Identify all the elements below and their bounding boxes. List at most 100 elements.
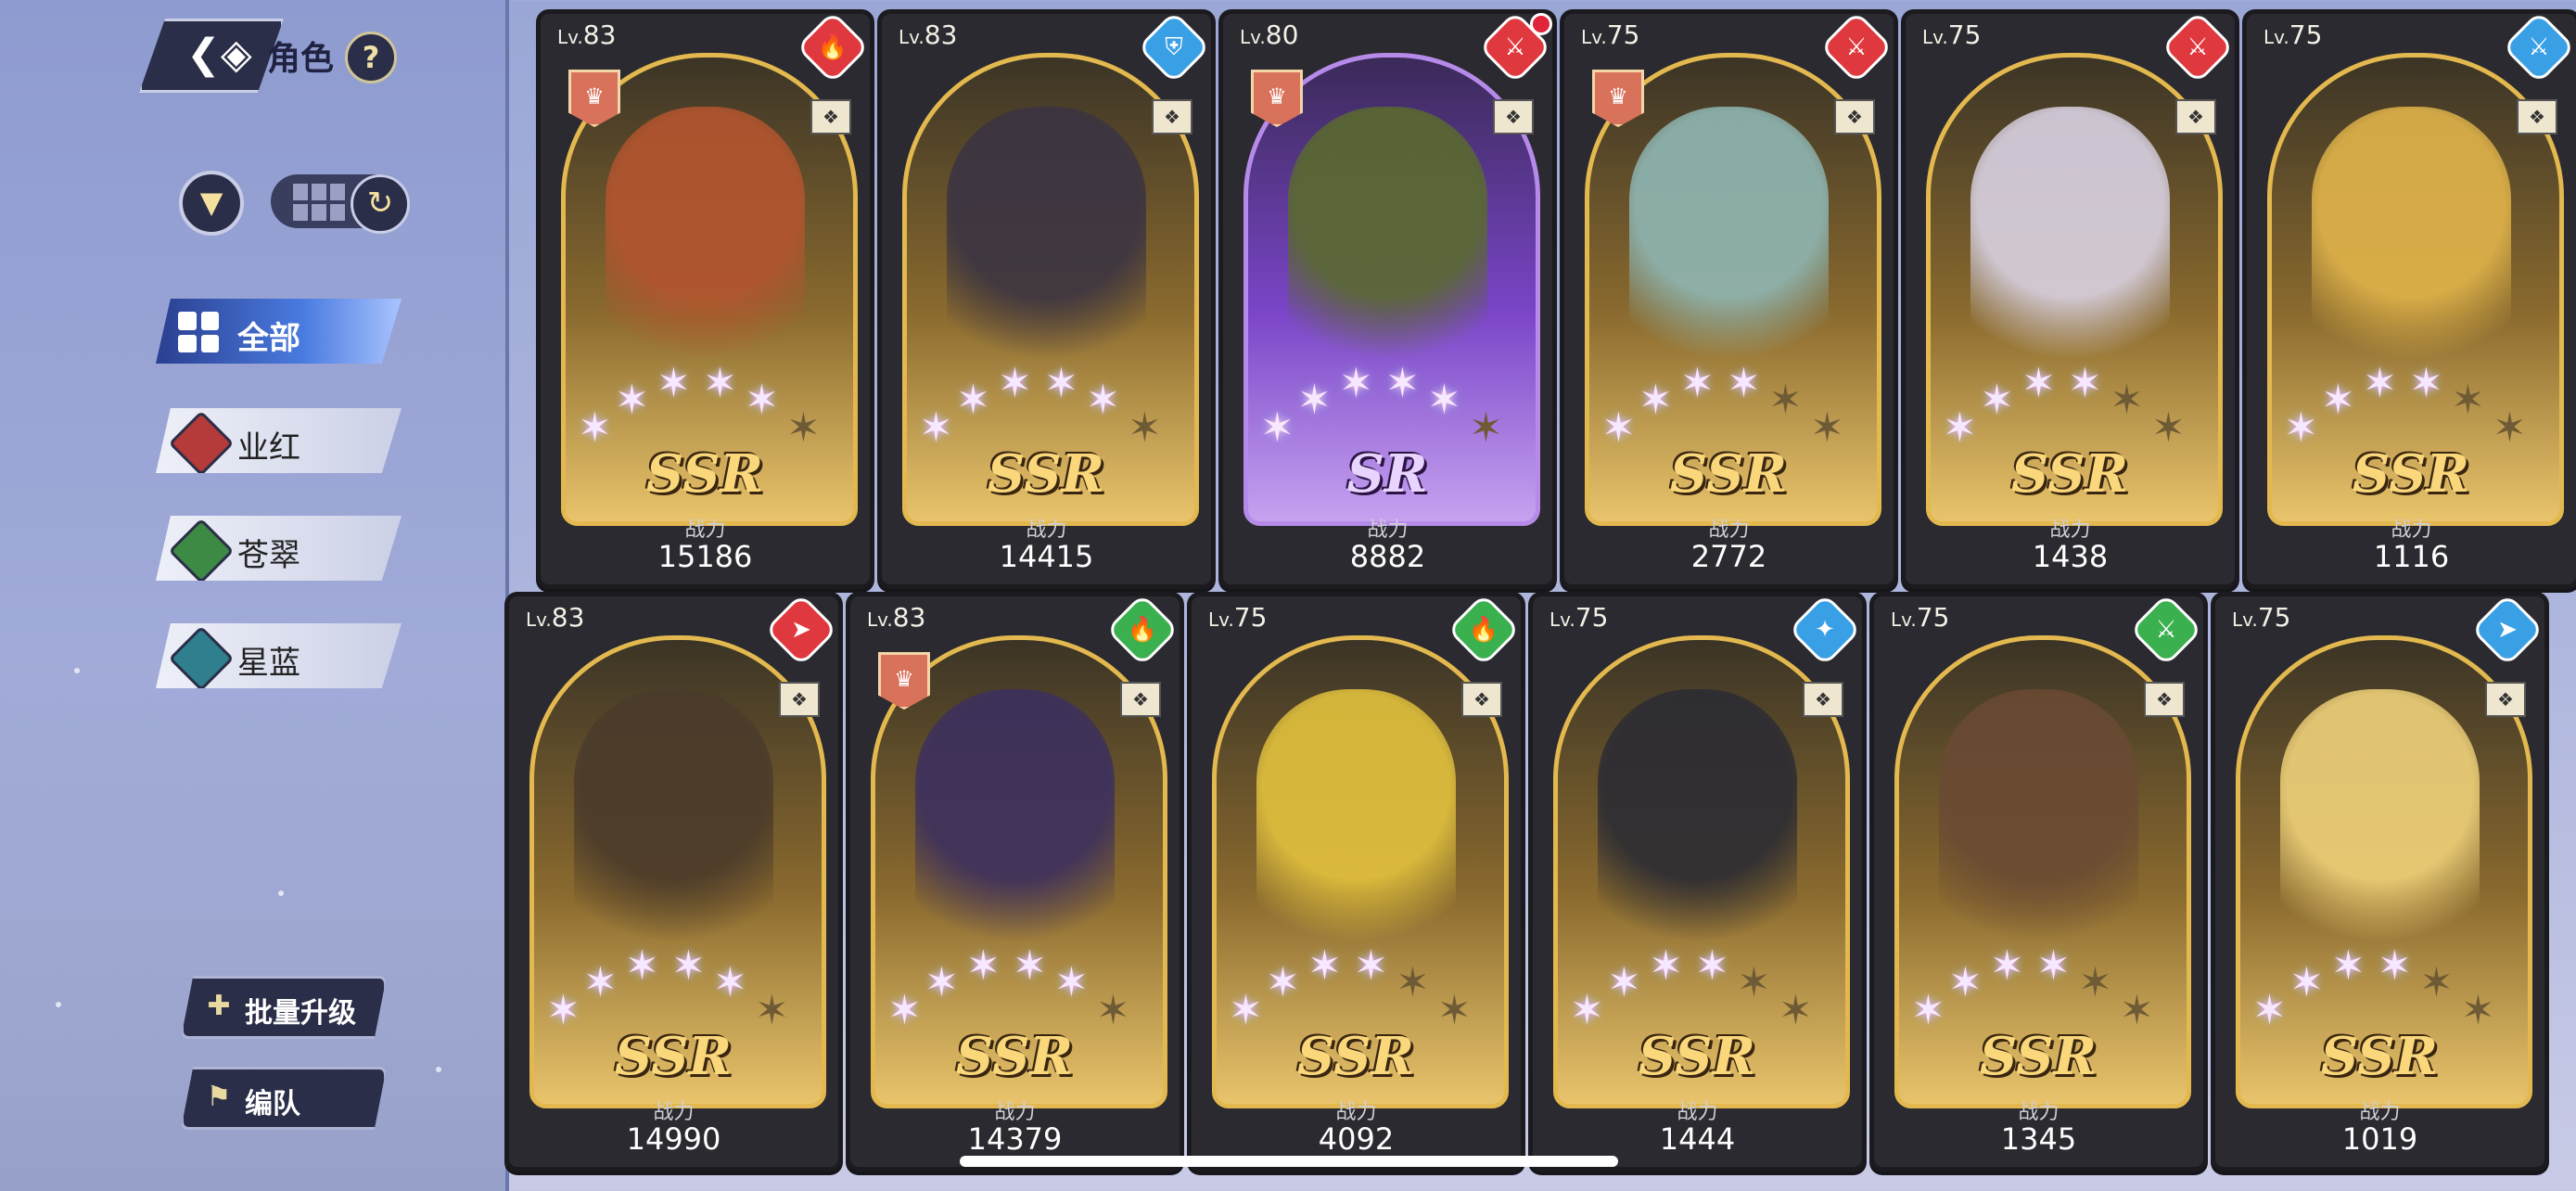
star-icon: ✶ (1260, 404, 1294, 452)
star-icon: ✶ (578, 404, 612, 452)
boot-icon: ➤ (2497, 616, 2518, 644)
character-card[interactable]: Lv.75 ⚔ ❖ ✶ ✶ ✶ ✶ ✶ ✶ SSR 战力 1438 (1901, 9, 2239, 589)
element-badge: ➤ (2470, 596, 2544, 667)
level-value: 80 (1265, 19, 1299, 50)
star-icon: ✶ (583, 959, 618, 1006)
flame-icon: 🔥 (817, 33, 848, 61)
star-rating: ✶ ✶ ✶ ✶ ✶ ✶ (578, 360, 837, 449)
level-value: 83 (582, 19, 617, 50)
ticket-icon: ❖ (1834, 99, 1875, 134)
level-value: 83 (924, 19, 958, 50)
level-badge: Lv.75 (1891, 602, 1950, 633)
star-icon: ✶ (2461, 987, 2495, 1034)
wand-icon: ✦ (1815, 616, 1835, 644)
character-portrait (1288, 107, 1487, 385)
level-value: 75 (1233, 602, 1268, 633)
level-badge: Lv.83 (867, 602, 926, 633)
level-value: 75 (2257, 602, 2291, 633)
character-portrait (2312, 107, 2511, 385)
power-value: 2772 (1690, 539, 1767, 574)
star-icon: ✶ (1339, 360, 1373, 407)
ticket-icon: ❖ (1461, 682, 1502, 717)
shield-icon: ⛨ (1165, 33, 1183, 61)
power-value: 4092 (1318, 1121, 1395, 1157)
character-portrait (947, 107, 1146, 385)
level-badge: Lv.75 (2264, 19, 2323, 50)
star-icon: ✶ (2068, 360, 2102, 407)
star-icon: ✶ (1427, 377, 1461, 424)
star-rating: ✶ ✶ ✶ ✶ ✶ ✶ (546, 942, 806, 1034)
power-value: 15186 (657, 539, 753, 574)
power-value: 14990 (626, 1121, 721, 1157)
star-icon: ✶ (1911, 987, 1945, 1034)
character-card[interactable]: Lv.75 ⚔ ❖ ✶ ✶ ✶ ✶ ✶ ✶ SSR 战力 1345 (1869, 592, 2208, 1172)
ticket-icon: ❖ (779, 682, 820, 717)
star-icon: ✶ (755, 987, 789, 1034)
power-value: 1444 (1659, 1121, 1736, 1157)
star-icon: ✶ (1385, 360, 1420, 407)
star-icon: ✶ (546, 987, 580, 1034)
star-icon: ✶ (1096, 987, 1130, 1034)
character-card[interactable]: Lv.83 ➤ ❖ ✶ ✶ ✶ ✶ ✶ ✶ SSR 战力 14990 (504, 592, 843, 1172)
star-icon: ✶ (2021, 360, 2056, 407)
character-card[interactable]: Lv.83 ⛨ ❖ ✶ ✶ ✶ ✶ ✶ ✶ SSR 战力 14415 (877, 9, 1216, 589)
home-indicator[interactable] (960, 1156, 1618, 1167)
sword-icon: ⚔ (2155, 616, 2177, 644)
rarity-badge: SSR (1638, 1026, 1756, 1087)
star-icon: ✶ (1570, 987, 1604, 1034)
star-icon: ✶ (2252, 987, 2287, 1034)
star-icon: ✶ (786, 404, 821, 452)
character-portrait (915, 689, 1115, 967)
character-card[interactable]: Lv.83 🔥 ♛ ❖ ✶ ✶ ✶ ✶ ✶ ✶ SSR 战力 15186 (536, 9, 874, 589)
ticket-icon: ❖ (810, 99, 851, 134)
star-icon: ✶ (2419, 959, 2454, 1006)
rarity-badge: SSR (987, 443, 1105, 505)
level-badge: Lv.75 (1208, 602, 1268, 633)
star-icon: ✶ (671, 942, 706, 990)
star-rating: ✶ ✶ ✶ ✶ ✶ ✶ (1911, 942, 2171, 1034)
level-value: 75 (1575, 602, 1609, 633)
character-card[interactable]: Lv.83 🔥 ♛ ❖ ✶ ✶ ✶ ✶ ✶ ✶ SSR 战力 14379 (846, 592, 1184, 1172)
star-icon: ✶ (925, 959, 959, 1006)
star-icon: ✶ (2493, 404, 2527, 452)
star-icon: ✶ (1990, 942, 2024, 990)
power-value: 1116 (2373, 539, 2450, 574)
star-icon: ✶ (657, 360, 691, 407)
character-card[interactable]: Lv.75 🔥 ❖ ✶ ✶ ✶ ✶ ✶ ✶ SSR 战力 4092 (1187, 592, 1525, 1172)
star-icon: ✶ (1601, 404, 1636, 452)
star-rating: ✶ ✶ ✶ ✶ ✶ ✶ (2252, 944, 2512, 1034)
character-card[interactable]: Lv.75 ⚔ ♛ ❖ ✶ ✶ ✶ ✶ ✶ ✶ SSR 战力 2772 (1560, 9, 1898, 589)
ticket-icon: ❖ (2144, 682, 2185, 717)
power-value: 1345 (2000, 1121, 2077, 1157)
star-icon: ✶ (919, 404, 953, 452)
star-icon: ✶ (1266, 959, 1300, 1006)
level-value: 75 (1606, 19, 1640, 50)
level-value: 75 (2289, 19, 2323, 50)
star-rating: ✶ ✶ ✶ ✶ ✶ ✶ (1570, 942, 1830, 1034)
character-card[interactable]: Lv.75 ✦ ❖ ✶ ✶ ✶ ✶ ✶ ✶ SSR 战力 1444 (1528, 592, 1867, 1172)
character-card[interactable]: Lv.75 ⚔ ❖ ✶ ✶ ✶ ✶ ✶ ✶ SSR 战力 1116 (2242, 9, 2576, 589)
star-icon: ✶ (1396, 959, 1430, 1006)
level-badge: Lv.75 (2232, 602, 2291, 633)
character-card[interactable]: Lv.80 ⚔ ♛ ❖ ✶ ✶ ✶ ✶ ✶ ✶ SR 战力 8882 (1218, 9, 1557, 589)
star-icon: ✶ (998, 360, 1032, 407)
new-notification-dot (1530, 13, 1552, 35)
star-icon: ✶ (1943, 404, 1977, 452)
boot-icon: ➤ (791, 616, 811, 644)
rarity-badge: SSR (1669, 443, 1788, 505)
ticket-icon: ❖ (1152, 99, 1192, 134)
element-badge: 🔥 (1105, 596, 1180, 667)
star-icon: ✶ (956, 377, 990, 424)
star-icon: ✶ (625, 942, 659, 990)
star-icon: ✶ (1680, 360, 1715, 407)
star-icon: ✶ (2409, 360, 2443, 407)
character-portrait (606, 107, 805, 385)
star-rating: ✶ ✶ ✶ ✶ ✶ ✶ (1229, 944, 1488, 1031)
character-card[interactable]: Lv.75 ➤ ❖ ✶ ✶ ✶ ✶ ✶ ✶ SSR 战力 1019 (2211, 592, 2549, 1172)
star-icon: ✶ (1649, 942, 1683, 990)
character-portrait (1598, 689, 1797, 967)
element-badge: 🔥 (796, 14, 870, 84)
rarity-badge: SSR (1296, 1026, 1415, 1087)
rarity-badge: SR (1346, 443, 1428, 505)
power-value: 14415 (999, 539, 1094, 574)
